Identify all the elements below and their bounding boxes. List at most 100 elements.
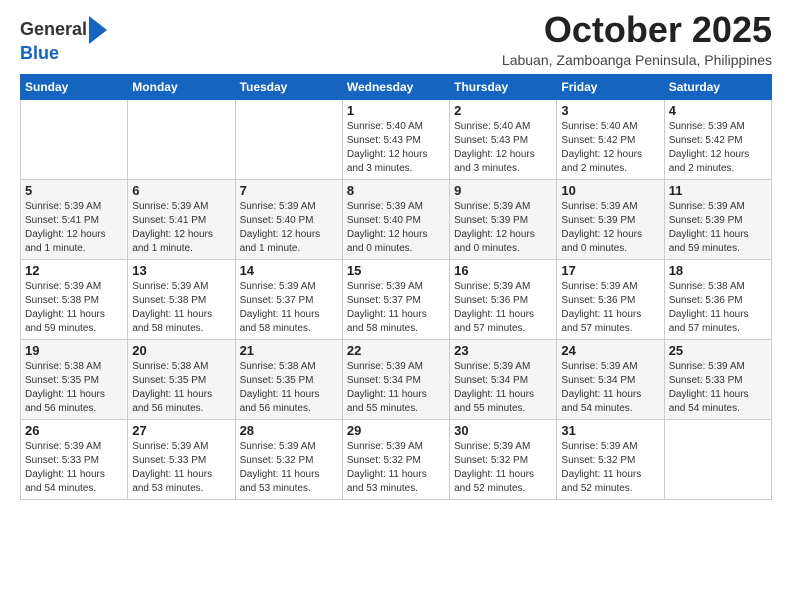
calendar-cell: 25Sunrise: 5:39 AM Sunset: 5:33 PM Dayli… [664, 339, 771, 419]
day-number: 16 [454, 263, 552, 278]
calendar-cell: 6 Sunrise: 5:39 AM Sunset: 5:41 PM Daylig… [128, 179, 235, 259]
day-info: Sunrise: 5:39 AM Sunset: 5:38 PM Dayligh… [25, 280, 123, 336]
week-row-3: 19Sunrise: 5:38 AM Sunset: 5:35 PM Dayli… [21, 339, 772, 419]
day-info: Sunrise: 5:40 AM Sunset: 5:43 PM Dayligh… [347, 120, 445, 176]
day-number: 29 [347, 423, 445, 438]
calendar-cell [21, 99, 128, 179]
calendar-cell: 18Sunrise: 5:38 AM Sunset: 5:36 PM Dayli… [664, 259, 771, 339]
day-info: Sunrise: 5:39 AM Sunset: 5:33 PM Dayligh… [132, 440, 230, 496]
day-number: 4 [669, 103, 767, 118]
day-info: Sunrise: 5:39 AM Sunset: 5:39 PM Dayligh… [454, 200, 552, 256]
day-info: Sunrise: 5:39 AM Sunset: 5:38 PM Dayligh… [132, 280, 230, 336]
day-info: Sunrise: 5:39 AM Sunset: 5:34 PM Dayligh… [347, 360, 445, 416]
day-info: Sunrise: 5:39 AM Sunset: 5:34 PM Dayligh… [454, 360, 552, 416]
day-info: Sunrise: 5:39 AM Sunset: 5:32 PM Dayligh… [240, 440, 338, 496]
day-info: Sunrise: 5:38 AM Sunset: 5:35 PM Dayligh… [132, 360, 230, 416]
header-saturday: Saturday [664, 74, 771, 99]
calendar-cell: 23 Sunrise: 5:39 AM Sunset: 5:34 PM Dayli… [450, 339, 557, 419]
calendar-cell: 24 Sunrise: 5:39 AM Sunset: 5:34 PM Dayli… [557, 339, 664, 419]
day-number: 23 [454, 343, 552, 358]
day-number: 17 [561, 263, 659, 278]
day-number: 5 [25, 183, 123, 198]
day-number: 31 [561, 423, 659, 438]
weekday-header-row: Sunday Monday Tuesday Wednesday Thursday… [21, 74, 772, 99]
day-number: 20 [132, 343, 230, 358]
day-info: Sunrise: 5:39 AM Sunset: 5:39 PM Dayligh… [561, 200, 659, 256]
calendar-cell: 27 Sunrise: 5:39 AM Sunset: 5:33 PM Dayli… [128, 419, 235, 499]
calendar-cell: 8 Sunrise: 5:39 AM Sunset: 5:40 PM Daylig… [342, 179, 449, 259]
day-number: 9 [454, 183, 552, 198]
day-number: 25 [669, 343, 767, 358]
day-info: Sunrise: 5:39 AM Sunset: 5:33 PM Dayligh… [25, 440, 123, 496]
day-info: Sunrise: 5:38 AM Sunset: 5:35 PM Dayligh… [240, 360, 338, 416]
calendar-cell: 11Sunrise: 5:39 AM Sunset: 5:39 PM Dayli… [664, 179, 771, 259]
day-number: 21 [240, 343, 338, 358]
day-number: 6 [132, 183, 230, 198]
calendar-cell: 31 Sunrise: 5:39 AM Sunset: 5:32 PM Dayli… [557, 419, 664, 499]
header-tuesday: Tuesday [235, 74, 342, 99]
day-number: 7 [240, 183, 338, 198]
logo-blue-text: Blue [20, 43, 59, 63]
day-number: 3 [561, 103, 659, 118]
day-number: 24 [561, 343, 659, 358]
calendar-cell: 17Sunrise: 5:39 AM Sunset: 5:36 PM Dayli… [557, 259, 664, 339]
calendar-cell: 14 Sunrise: 5:39 AM Sunset: 5:37 PM Dayli… [235, 259, 342, 339]
logo-icon [89, 16, 107, 44]
calendar-cell: 28 Sunrise: 5:39 AM Sunset: 5:32 PM Dayli… [235, 419, 342, 499]
calendar-cell: 2 Sunrise: 5:40 AM Sunset: 5:43 PM Daylig… [450, 99, 557, 179]
calendar-cell: 16 Sunrise: 5:39 AM Sunset: 5:36 PM Dayli… [450, 259, 557, 339]
logo-general-text: General [20, 20, 87, 40]
calendar-cell: 29 Sunrise: 5:39 AM Sunset: 5:32 PM Dayli… [342, 419, 449, 499]
calendar-cell: 10Sunrise: 5:39 AM Sunset: 5:39 PM Dayli… [557, 179, 664, 259]
header-thursday: Thursday [450, 74, 557, 99]
week-row-2: 12Sunrise: 5:39 AM Sunset: 5:38 PM Dayli… [21, 259, 772, 339]
calendar-cell: 21 Sunrise: 5:38 AM Sunset: 5:35 PM Dayli… [235, 339, 342, 419]
day-number: 30 [454, 423, 552, 438]
day-number: 8 [347, 183, 445, 198]
day-info: Sunrise: 5:39 AM Sunset: 5:42 PM Dayligh… [669, 120, 767, 176]
day-number: 13 [132, 263, 230, 278]
month-title: October 2025 [502, 10, 772, 50]
header: General Blue October 2025 Labuan, Zamboa… [20, 10, 772, 68]
day-number: 2 [454, 103, 552, 118]
calendar-cell: 15Sunrise: 5:39 AM Sunset: 5:37 PM Dayli… [342, 259, 449, 339]
calendar-cell [664, 419, 771, 499]
day-info: Sunrise: 5:39 AM Sunset: 5:37 PM Dayligh… [240, 280, 338, 336]
calendar-cell: 26 Sunrise: 5:39 AM Sunset: 5:33 PM Dayli… [21, 419, 128, 499]
header-sunday: Sunday [21, 74, 128, 99]
calendar-cell: 4 Sunrise: 5:39 AM Sunset: 5:42 PM Daylig… [664, 99, 771, 179]
page: General Blue October 2025 Labuan, Zamboa… [0, 0, 792, 612]
calendar-cell: 12Sunrise: 5:39 AM Sunset: 5:38 PM Dayli… [21, 259, 128, 339]
day-number: 27 [132, 423, 230, 438]
day-info: Sunrise: 5:39 AM Sunset: 5:41 PM Dayligh… [132, 200, 230, 256]
logo: General Blue [20, 16, 107, 64]
calendar: Sunday Monday Tuesday Wednesday Thursday… [20, 74, 772, 500]
header-wednesday: Wednesday [342, 74, 449, 99]
day-info: Sunrise: 5:39 AM Sunset: 5:37 PM Dayligh… [347, 280, 445, 336]
day-number: 26 [25, 423, 123, 438]
week-row-4: 26 Sunrise: 5:39 AM Sunset: 5:33 PM Dayli… [21, 419, 772, 499]
day-number: 1 [347, 103, 445, 118]
day-info: Sunrise: 5:39 AM Sunset: 5:40 PM Dayligh… [240, 200, 338, 256]
calendar-cell: 22 Sunrise: 5:39 AM Sunset: 5:34 PM Dayli… [342, 339, 449, 419]
day-info: Sunrise: 5:39 AM Sunset: 5:34 PM Dayligh… [561, 360, 659, 416]
calendar-cell: 3Sunrise: 5:40 AM Sunset: 5:42 PM Daylig… [557, 99, 664, 179]
day-info: Sunrise: 5:40 AM Sunset: 5:43 PM Dayligh… [454, 120, 552, 176]
day-info: Sunrise: 5:39 AM Sunset: 5:32 PM Dayligh… [347, 440, 445, 496]
title-block: October 2025 Labuan, Zamboanga Peninsula… [502, 10, 772, 68]
calendar-cell: 30Sunrise: 5:39 AM Sunset: 5:32 PM Dayli… [450, 419, 557, 499]
calendar-cell: 5 Sunrise: 5:39 AM Sunset: 5:41 PM Daylig… [21, 179, 128, 259]
header-monday: Monday [128, 74, 235, 99]
header-friday: Friday [557, 74, 664, 99]
week-row-1: 5 Sunrise: 5:39 AM Sunset: 5:41 PM Daylig… [21, 179, 772, 259]
day-info: Sunrise: 5:39 AM Sunset: 5:36 PM Dayligh… [454, 280, 552, 336]
day-number: 14 [240, 263, 338, 278]
day-info: Sunrise: 5:39 AM Sunset: 5:40 PM Dayligh… [347, 200, 445, 256]
day-info: Sunrise: 5:39 AM Sunset: 5:41 PM Dayligh… [25, 200, 123, 256]
day-number: 11 [669, 183, 767, 198]
day-number: 28 [240, 423, 338, 438]
calendar-cell: 7 Sunrise: 5:39 AM Sunset: 5:40 PM Daylig… [235, 179, 342, 259]
day-number: 22 [347, 343, 445, 358]
day-info: Sunrise: 5:38 AM Sunset: 5:36 PM Dayligh… [669, 280, 767, 336]
day-info: Sunrise: 5:39 AM Sunset: 5:32 PM Dayligh… [561, 440, 659, 496]
